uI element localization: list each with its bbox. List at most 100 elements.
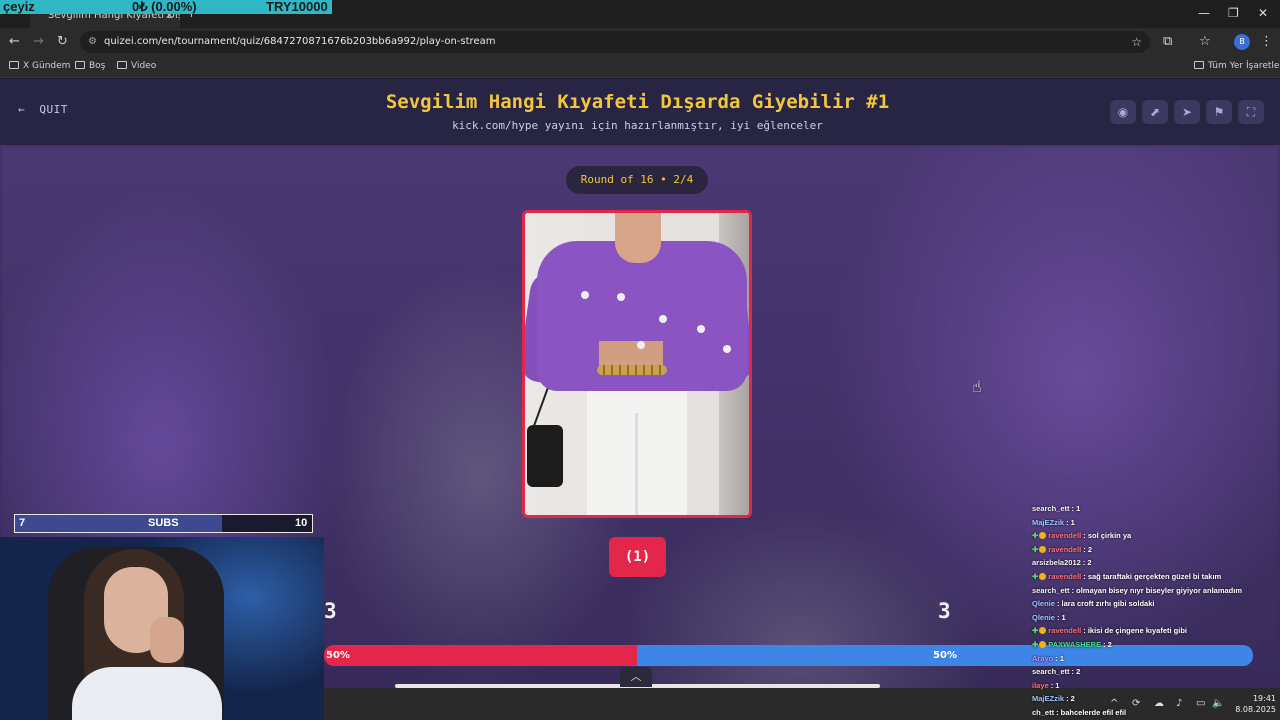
pants-gap — [635, 413, 638, 515]
clock-time: 19:41 — [1252, 694, 1276, 703]
chat-username[interactable]: search_ett — [1032, 504, 1070, 513]
chat-username[interactable]: search_ett — [1032, 586, 1070, 595]
chat-username[interactable]: arsizbela2012 — [1032, 558, 1081, 567]
chat-username[interactable]: ravendell — [1048, 626, 1081, 635]
chat-message: ✚ ravendell: ikisi de çingene kıyafeti gi… — [1032, 626, 1187, 635]
flower-detail — [617, 293, 625, 301]
chat-username[interactable]: ravendell — [1048, 545, 1081, 554]
chevron-up-icon[interactable]: ︿ — [620, 667, 652, 687]
chat-username[interactable]: MajEZzik — [1032, 694, 1064, 703]
url-text: quizei.com/en/tournament/quiz/6847270871… — [104, 36, 496, 47]
sync-icon[interactable]: ⟳ — [1132, 698, 1140, 709]
chat-text: : olmayan bisey nıyr biseyler giyiyor an… — [1071, 585, 1243, 595]
streamer-hand — [150, 617, 184, 663]
chat-text: : sol çirkin ya — [1083, 531, 1132, 541]
url-field[interactable]: ⚙ quizei.com/en/tournament/quiz/68472708… — [80, 31, 1150, 53]
favorites-icon[interactable]: ☆ — [1199, 34, 1211, 49]
bookmark-video[interactable]: Video — [117, 61, 156, 71]
chat-message: ✚ ravendell: 2 — [1032, 545, 1092, 554]
menu-icon[interactable]: ⋮ — [1260, 34, 1273, 49]
microphone-icon[interactable]: ♪ — [1176, 698, 1182, 709]
chat-message: MajEZzik: 1 — [1032, 518, 1075, 527]
sub-badge-icon — [1039, 627, 1047, 635]
chat-text: : sağ taraftaki gerçekten güzel bi takım — [1083, 572, 1222, 581]
chat-text: : 2 — [1083, 544, 1092, 554]
chat-text: : 2 — [1103, 640, 1112, 649]
subs-label: SUBS — [148, 517, 179, 529]
folder-icon — [9, 61, 19, 69]
quiz-header: ← QUIT Sevgilim Hangi Kıyafeti Dışarda G… — [0, 79, 1280, 145]
chat-username[interactable]: Qlenie — [1032, 599, 1055, 608]
reload-icon[interactable]: ↻ — [57, 34, 68, 49]
window-close-icon[interactable]: ✕ — [1258, 6, 1268, 20]
goal-text: TRY10000 — [266, 0, 328, 14]
stream-chat: search_ett: 1 MajEZzik: 1 ✚ ravendell: sol … — [1026, 504, 1280, 720]
eye-icon[interactable]: ◉ — [1110, 100, 1136, 124]
flag-icon[interactable]: ⚑ — [1206, 100, 1232, 124]
cloud-icon[interactable]: ☁ — [1154, 698, 1164, 709]
chat-username[interactable]: ravendell — [1048, 531, 1081, 540]
chat-text: : 2 — [1082, 558, 1092, 568]
minimize-icon[interactable]: — — [1198, 6, 1210, 20]
outfit-image-card[interactable] — [522, 210, 752, 518]
chat-message: ✚ PAXWASHERE: 2 — [1032, 640, 1112, 649]
forward-icon[interactable]: → — [33, 34, 44, 49]
bookmarks-bar: X Gündem Boş Video Tüm Yer İşaretleri — [0, 56, 1280, 78]
streamer-shirt — [72, 667, 222, 720]
restore-icon[interactable]: ❐ — [1228, 6, 1239, 20]
site-info-icon[interactable]: ⚙ — [88, 31, 97, 53]
subs-target: 10 — [295, 517, 308, 529]
sub-badge-icon — [1039, 545, 1047, 553]
send-icon[interactable]: ➤ — [1174, 100, 1200, 124]
bookmark-bos[interactable]: Boş — [75, 61, 105, 71]
bookmark-star-icon[interactable]: ☆ — [1131, 31, 1142, 53]
vote-button[interactable]: (1) — [609, 537, 666, 577]
black-bag — [527, 425, 563, 487]
badge-plus-icon: ✚ — [1032, 626, 1039, 636]
chat-text: : 2 — [1071, 667, 1081, 677]
stream-balance-overlay: çeyiz 0₺ (0.00%) TRY10000 — [0, 0, 332, 14]
chain-belt — [597, 365, 667, 375]
extensions-icon[interactable]: ⧉ — [1163, 34, 1172, 49]
chat-username[interactable]: PAXWASHERE — [1048, 640, 1101, 649]
network-icon[interactable]: ▭ — [1196, 698, 1205, 709]
folder-icon — [117, 61, 127, 69]
chat-username[interactable]: ravendell — [1048, 572, 1081, 581]
hand-cursor-icon: ☝ — [972, 377, 982, 396]
all-bookmarks[interactable]: Tüm Yer İşaretleri — [1194, 61, 1280, 71]
flower-detail — [697, 325, 705, 333]
quiz-title: Sevgilim Hangi Kıyafeti Dışarda Giyebili… — [385, 91, 890, 113]
chat-text: : 1 — [1055, 653, 1065, 663]
chat-text: : 1 — [1050, 680, 1060, 690]
taskbar-clock[interactable]: 19:41 8.08.2025 — [1226, 693, 1276, 715]
volume-icon[interactable]: 🔈 — [1212, 698, 1224, 709]
chat-username[interactable]: ch_ett — [1032, 708, 1054, 717]
chat-message: arsizbela2012: 2 — [1032, 558, 1092, 567]
chat-username[interactable]: Qlenie — [1032, 613, 1055, 622]
badge-plus-icon: ✚ — [1032, 572, 1039, 581]
chat-username[interactable]: search_ett — [1032, 667, 1070, 676]
folder-icon — [1194, 61, 1204, 69]
subs-current: 7 — [19, 517, 26, 529]
bookmark-x-gundem[interactable]: X Gündem — [9, 61, 70, 71]
back-icon[interactable]: ← — [9, 34, 20, 49]
left-percent: 50% — [326, 650, 350, 661]
chevron-up-icon[interactable]: ^ — [1110, 698, 1118, 709]
address-bar-row: ← → ↻ ⚙ quizei.com/en/tournament/quiz/68… — [0, 28, 1280, 56]
left-score: 3 — [324, 599, 337, 623]
fullscreen-icon[interactable]: ⛶ — [1238, 100, 1264, 124]
chat-text: : ikisi de çingene kıyafeti gibi — [1083, 626, 1188, 636]
profile-avatar[interactable]: B — [1234, 34, 1250, 50]
chat-username[interactable]: MajEZzik — [1032, 518, 1064, 527]
quiz-subtitle: kick.com/hype yayını için hazırlanmıştır… — [452, 119, 823, 132]
share-icon[interactable]: ⬈ — [1142, 100, 1168, 124]
chat-username[interactable]: Arayo — [1032, 654, 1053, 663]
flower-detail — [637, 341, 645, 349]
badge-plus-icon: ✚ — [1032, 531, 1039, 541]
chat-username[interactable]: ilaye — [1032, 681, 1049, 690]
chat-text: : 1 — [1071, 504, 1081, 513]
chat-message: search_ett: 1 — [1032, 504, 1080, 513]
chat-message: Qlenie: 1 — [1032, 613, 1066, 622]
right-score: 3 — [938, 599, 951, 623]
chat-message: Qlenie: lara croft zırhı gibi soldaki — [1032, 599, 1154, 608]
